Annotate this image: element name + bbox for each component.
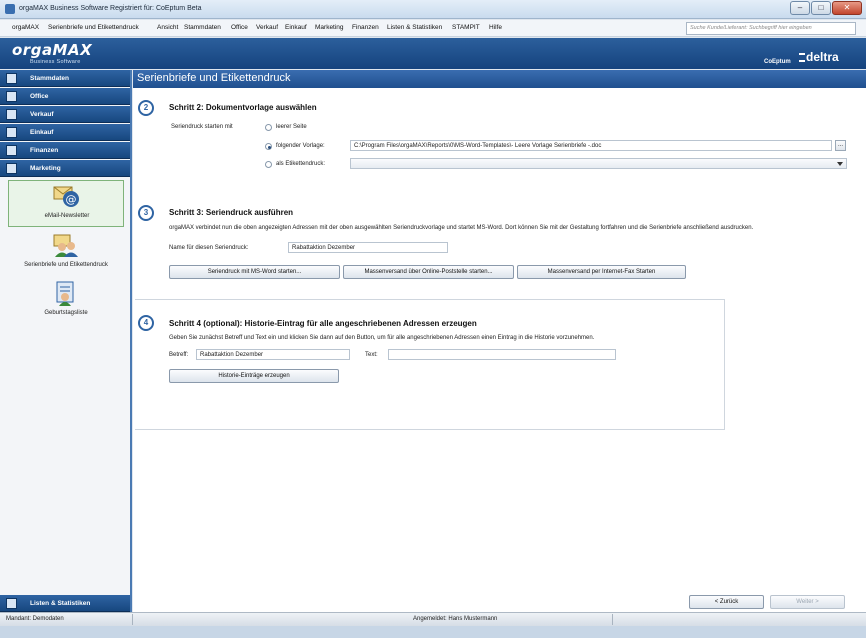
nav-label: Marketing — [30, 165, 61, 172]
nav-marketing[interactable]: Marketing — [0, 160, 130, 177]
etiketten-select[interactable] — [350, 158, 847, 169]
stammdaten-icon — [6, 73, 17, 84]
licensee-name: CoEptum — [764, 59, 791, 65]
nav-label: Finanzen — [30, 147, 59, 154]
nav-listen-statistiken[interactable]: Listen & Statistiken — [0, 595, 130, 612]
status-separator — [612, 614, 613, 625]
radio-etikettendruck-label: als Etikettendruck: — [276, 161, 326, 167]
module-serienbriefe[interactable]: Serienbriefe und Etikettendruck — [8, 230, 124, 277]
step-2-number: 2 — [138, 100, 154, 116]
text-field[interactable] — [388, 349, 616, 360]
ms-word-start-button[interactable]: Seriendruck mit MS-Word starten... — [169, 265, 340, 279]
statistics-icon — [6, 598, 17, 609]
nav-label: Einkauf — [30, 129, 54, 136]
minimize-icon[interactable]: – — [790, 1, 810, 15]
radio-etikettendruck[interactable] — [265, 161, 272, 168]
deltra-logo: deltra — [806, 50, 839, 64]
menu-office[interactable]: Office — [231, 24, 248, 31]
module-geburtstagsliste[interactable]: Geburtstagsliste — [8, 278, 124, 325]
menu-ansicht[interactable]: Ansicht — [157, 24, 178, 31]
radio-vorlage-label: folgender Vorlage: — [276, 143, 325, 149]
page-title: Serienbriefe und Etikettendruck — [137, 72, 291, 84]
close-icon[interactable]: ✕ — [832, 1, 862, 15]
seriendruck-name-field[interactable]: Rabattaktion Dezember — [288, 242, 448, 253]
taskbar-strip — [0, 626, 866, 638]
step-3-heading: Schritt 3: Seriendruck ausführen — [169, 208, 294, 217]
search-input[interactable]: Suche Kunde/Lieferant: Suchbegriff hier … — [686, 22, 856, 35]
menu-hilfe[interactable]: Hilfe — [489, 24, 502, 31]
step-3-description: orgaMAX verbindet nun die oben angezeigt… — [169, 225, 754, 231]
menu-verkauf[interactable]: Verkauf — [256, 24, 278, 31]
nav-label: Office — [30, 93, 49, 100]
office-icon — [6, 91, 17, 102]
template-path-field[interactable]: C:\Program Files\orgaMAX\Reports\0\MS-Wo… — [350, 140, 832, 151]
window-title: orgaMAX Business Software Registriert fü… — [19, 5, 202, 12]
internet-fax-button[interactable]: Massenversand per Internet-Fax Starten — [517, 265, 686, 279]
seriendruck-name-label: Name für diesen Seriendruck: — [169, 245, 249, 251]
menu-stammdaten[interactable]: Stammdaten — [184, 24, 221, 31]
text-label: Text: — [365, 352, 378, 358]
svg-text:@: @ — [66, 193, 77, 206]
nav-label: Listen & Statistiken — [30, 600, 91, 607]
logo-subtitle: Business Software — [30, 59, 81, 65]
step-4-description: Geben Sie zunächst Betreff und Text ein … — [169, 335, 595, 341]
nav-finanzen[interactable]: Finanzen — [0, 142, 130, 159]
online-poststelle-button[interactable]: Massenversand über Online-Poststelle sta… — [343, 265, 514, 279]
nav-verkauf[interactable]: Verkauf — [0, 106, 130, 123]
status-user: Angemeldet: Hans Mustermann — [413, 616, 498, 622]
next-button[interactable]: Weiter > — [770, 595, 845, 609]
chevron-down-icon — [837, 162, 843, 166]
finanzen-icon — [6, 145, 17, 156]
betreff-field[interactable]: Rabattaktion Dezember — [196, 349, 350, 360]
menu-serienbriefe[interactable]: Serienbriefe und Etikettendruck — [48, 24, 139, 31]
status-mandant: Mandant: Demodaten — [6, 616, 64, 622]
step-2-heading: Schritt 2: Dokumentvorlage auswählen — [169, 103, 317, 112]
module-label: Geburtstagsliste — [44, 310, 88, 316]
menu-listen-statistiken[interactable]: Listen & Statistiken — [387, 24, 442, 31]
maximize-icon[interactable]: □ — [811, 1, 831, 15]
radio-leere-seite-label: leerer Seite — [276, 124, 307, 130]
step-3-number: 3 — [138, 205, 154, 221]
nav-office[interactable]: Office — [0, 88, 130, 105]
birthday-list-icon — [56, 281, 74, 306]
seriendruck-start-label: Seriendruck starten mit — [171, 124, 233, 130]
email-newsletter-icon: @ — [53, 186, 79, 207]
app-icon — [5, 4, 15, 14]
brand-bar — [0, 38, 866, 69]
menu-marketing[interactable]: Marketing — [315, 24, 344, 31]
radio-vorlage[interactable] — [265, 143, 272, 150]
historie-eintraege-button[interactable]: Historie-Einträge erzeugen — [169, 369, 339, 383]
serienbriefe-icon — [53, 234, 78, 257]
step-4-heading: Schritt 4 (optional): Historie-Eintrag f… — [169, 319, 477, 328]
browse-button[interactable]: ... — [835, 140, 846, 151]
nav-einkauf[interactable]: Einkauf — [0, 124, 130, 141]
marketing-icon — [6, 163, 17, 174]
betreff-label: Betreff: — [169, 352, 189, 358]
nav-label: Verkauf — [30, 111, 54, 118]
back-button[interactable]: < Zurück — [689, 595, 764, 609]
status-separator — [132, 614, 133, 625]
verkauf-icon — [6, 109, 17, 120]
menu-orgamax[interactable]: orgaMAX — [12, 24, 39, 31]
module-label: Serienbriefe und Etikettendruck — [24, 262, 108, 268]
step-4-number: 4 — [138, 315, 154, 331]
deltra-logo-icon — [799, 53, 805, 62]
sidebar: Stammdaten Office Verkauf Einkauf Finanz… — [0, 70, 132, 612]
module-email-newsletter[interactable]: @ eMail-Newsletter — [8, 180, 124, 227]
einkauf-icon — [6, 127, 17, 138]
module-label: eMail-Newsletter — [44, 213, 90, 219]
radio-leere-seite[interactable] — [265, 124, 272, 131]
nav-label: Stammdaten — [30, 75, 70, 82]
menu-einkauf[interactable]: Einkauf — [285, 24, 307, 31]
menu-stampit[interactable]: STAMPIT — [452, 24, 480, 31]
menu-finanzen[interactable]: Finanzen — [352, 24, 379, 31]
orgamax-logo: orgaMAX — [12, 41, 93, 59]
nav-stammdaten[interactable]: Stammdaten — [0, 70, 130, 87]
